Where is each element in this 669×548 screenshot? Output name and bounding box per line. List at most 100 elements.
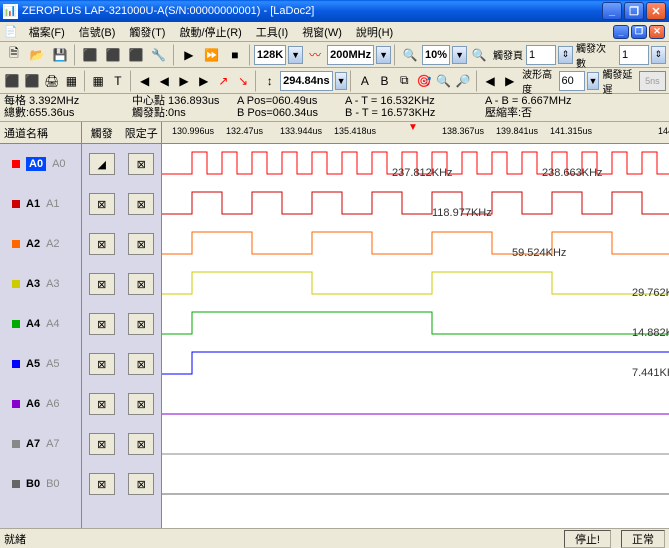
nav2-icon[interactable]: ◀ [155,70,174,92]
channel-row[interactable]: A7A7 [0,424,81,464]
menubar: 📄 檔案(F) 信號(B) 觸發(T) 啟動/停止(R) 工具(I) 視窗(W)… [0,22,669,42]
nav4-icon[interactable]: ▶ [194,70,213,92]
find2-icon[interactable]: 🔎 [454,70,473,92]
status-mode: 正常 [621,530,665,548]
freq-combo[interactable]: 200MHz [327,45,374,65]
trig-count-input[interactable]: 1 [619,45,649,65]
delay-5ns-button[interactable]: 5ns [639,71,666,91]
channel-name: A3 [26,278,40,290]
cursor-icon[interactable]: ↕ [260,70,279,92]
stop-icon[interactable]: ■ [224,44,246,66]
menu-help[interactable]: 說明(H) [349,22,400,42]
filter-button[interactable]: ⊠ [128,393,154,415]
trigger-button[interactable]: ⊠ [89,193,115,215]
menu-signal[interactable]: 信號(B) [72,22,123,42]
goto-icon[interactable]: 🎯 [415,70,434,92]
play-icon[interactable]: ▶ [178,44,200,66]
grid-icon[interactable]: ▦ [89,70,108,92]
frequency-label: 14.882KHz [632,327,669,339]
grid-info: 每格 3.392MHz [4,95,124,107]
filter-button[interactable]: ⊠ [128,473,154,495]
channel-icon[interactable]: ⬛ [79,44,101,66]
channel-row[interactable]: B0B0 [0,464,81,504]
color2-icon[interactable]: ⬛ [23,70,42,92]
zoom-in-icon[interactable]: 🔍 [468,44,490,66]
new-icon[interactable]: 🗎 [3,44,25,66]
doc-close-button[interactable]: ✕ [649,25,665,39]
view1-icon[interactable]: ▦ [62,70,81,92]
nav1-icon[interactable]: ◀ [135,70,154,92]
trig-page-input[interactable]: 1 [526,45,556,65]
trigpt-info: 觸發點:0ns [132,107,229,119]
channel-row[interactable]: A4A4 [0,304,81,344]
trigger-button[interactable]: ⊠ [89,313,115,335]
doc-max-button[interactable]: ❐ [631,25,647,39]
trigger-button[interactable]: ⊠ [89,473,115,495]
marker-b-icon[interactable]: B [375,70,394,92]
frequency-label: 59.524KHz [512,247,566,259]
filter-button[interactable]: ⊠ [128,233,154,255]
doc-min-button[interactable]: _ [613,25,629,39]
fwd-icon[interactable]: ⏩ [201,44,223,66]
filter-button[interactable]: ⊠ [128,433,154,455]
height-input[interactable]: 60 [559,71,585,91]
group-icon[interactable]: ⬛ [125,44,147,66]
depth-combo[interactable]: 128K [254,45,286,65]
filter-button[interactable]: ⊠ [128,193,154,215]
trigger-button[interactable]: ⊠ [89,353,115,375]
channel-color-icon [12,400,20,408]
channel-row[interactable]: A3A3 [0,264,81,304]
channel-row[interactable]: A1A1 [0,184,81,224]
open-icon[interactable]: 📂 [26,44,48,66]
filter-button[interactable]: ⊠ [128,273,154,295]
info-bar: 每格 3.392MHz總數:655.36us 中心點 136.893us觸發點:… [0,94,669,122]
print-icon[interactable]: 🖨 [42,70,61,92]
channel-row[interactable]: A5A5 [0,344,81,384]
nav3-icon[interactable]: ▶ [175,70,194,92]
prev-icon[interactable]: ◀ [481,70,500,92]
edge2-icon[interactable]: ↘ [234,70,253,92]
minimize-button[interactable]: _ [602,2,622,20]
next-icon[interactable]: ▶ [500,70,519,92]
rate-display[interactable]: 294.84ns [280,71,332,91]
zoom-combo[interactable]: 10% [422,45,450,65]
channel-row[interactable]: A2A2 [0,224,81,264]
trigger-button[interactable]: ⊠ [89,433,115,455]
spinner-icon[interactable]: ⇕ [651,46,666,64]
trigger-button[interactable]: ⊠ [89,233,115,255]
filter-button[interactable]: ⊠ [128,153,154,175]
color1-icon[interactable]: ⬛ [3,70,22,92]
zoom-icon[interactable]: 🔍 [399,44,421,66]
trigger-button[interactable]: ⊠ [89,393,115,415]
maximize-button[interactable]: ❐ [624,2,644,20]
trigger-button[interactable]: ◢ [89,153,115,175]
trigger-button[interactable]: ⊠ [89,273,115,295]
filter-button[interactable]: ⊠ [128,313,154,335]
chevron-down-icon[interactable]: ▼ [335,72,348,90]
close-button[interactable]: ✕ [646,2,666,20]
chevron-down-icon[interactable]: ▼ [452,46,467,64]
channel-row[interactable]: A6A6 [0,384,81,424]
marker-a-icon[interactable]: A [355,70,374,92]
chevron-down-icon[interactable]: ▼ [376,46,391,64]
save-icon[interactable]: 💾 [49,44,71,66]
sample-icon[interactable]: ⬛ [102,44,124,66]
chevron-down-icon[interactable]: ▼ [288,46,303,64]
chevron-down-icon[interactable]: ▼ [587,72,600,90]
prop-icon[interactable]: 🔧 [148,44,170,66]
edge1-icon[interactable]: ↗ [214,70,233,92]
menu-window[interactable]: 視窗(W) [295,22,349,42]
marker-ab-icon[interactable]: ⧉ [395,70,414,92]
text-icon[interactable]: T [109,70,128,92]
waveform-area[interactable]: 130.996us132.47us133.944us135.418us138.3… [162,122,669,528]
filter-button[interactable]: ⊠ [128,353,154,375]
spinner-icon[interactable]: ⇕ [558,46,573,64]
menu-run[interactable]: 啟動/停止(R) [172,22,248,42]
find-icon[interactable]: 🔍 [434,70,453,92]
menu-trigger[interactable]: 觸發(T) [122,22,172,42]
channel-name: A4 [26,318,40,330]
channel-row[interactable]: A0A0 [0,144,81,184]
menu-file[interactable]: 檔案(F) [22,22,72,42]
toolbar-1: 🗎 📂 💾 ⬛ ⬛ ⬛ 🔧 ▶ ⏩ ■ 128K▼ 〰 200MHz▼ 🔍 10… [0,42,669,68]
menu-tools[interactable]: 工具(I) [249,22,295,42]
